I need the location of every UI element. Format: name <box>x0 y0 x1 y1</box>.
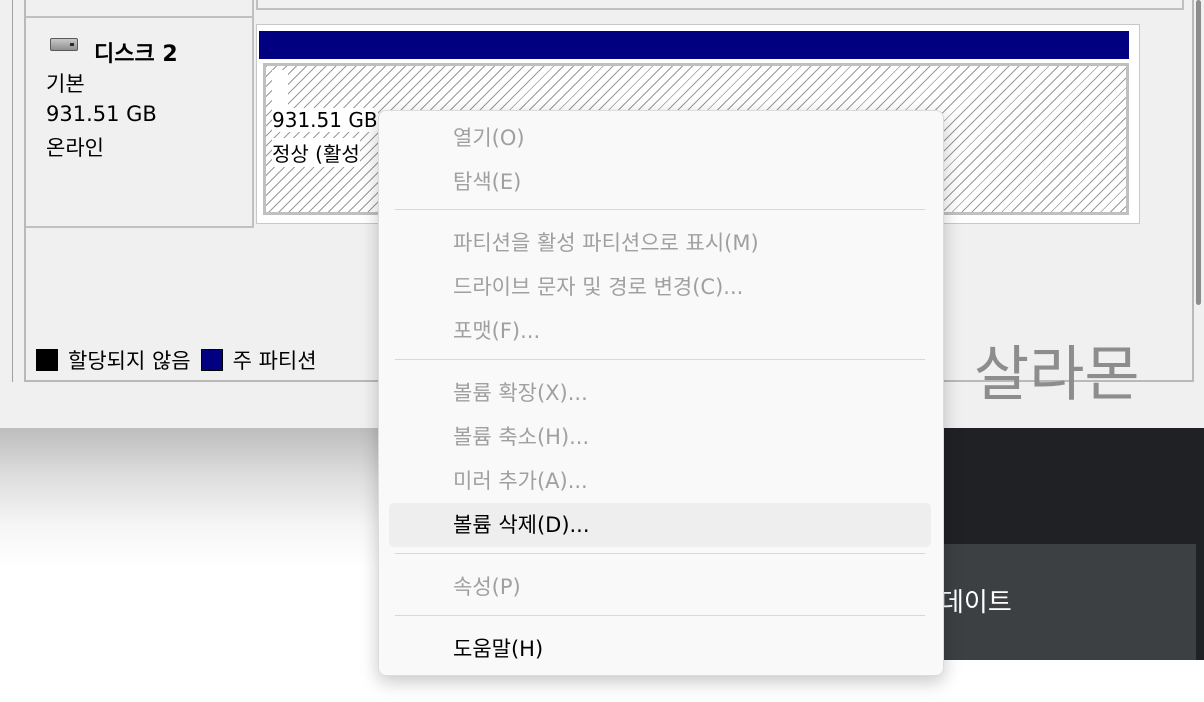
legend-unallocated-label: 할당되지 않음 <box>68 349 191 373</box>
vertical-scrollbar-thumb[interactable] <box>1196 0 1201 305</box>
menu-item-format[interactable]: 포맷(F)... <box>453 311 540 351</box>
window-left-edge <box>0 0 13 382</box>
disk-name: 디스크 2 <box>94 42 178 67</box>
primary-partition-header <box>259 31 1129 59</box>
menu-item-help[interactable]: 도움말(H) <box>453 629 543 669</box>
context-menu: 열기(O) 탐색(E) 파티션을 활성 파티션으로 표시(M) 드라이브 문자 … <box>378 110 944 676</box>
menu-item-shrink-volume[interactable]: 볼륨 축소(H)... <box>453 417 589 457</box>
volume-name-area <box>272 70 288 108</box>
primary-partition-swatch <box>200 349 223 371</box>
disk-type: 기본 <box>46 72 85 96</box>
menu-item-mark-active[interactable]: 파티션을 활성 파티션으로 표시(M) <box>453 223 759 263</box>
disk-status: 온라인 <box>46 136 104 160</box>
disk-size: 931.51 GB <box>46 102 157 126</box>
menu-item-properties[interactable]: 속성(P) <box>453 567 521 607</box>
disk-drive-icon <box>50 38 78 51</box>
unallocated-swatch <box>36 349 58 371</box>
partition-size: 931.51 GB <box>272 108 378 132</box>
menu-item-delete-volume[interactable]: 볼륨 삭제(D)... <box>453 505 590 545</box>
menu-item-open[interactable]: 열기(O) <box>453 118 525 158</box>
legend-primary-label: 주 파티션 <box>232 349 317 373</box>
background-app-text: 데이트 <box>940 588 1012 618</box>
disk-2-label[interactable]: 디스크 2 기본 931.51 GB 온라인 <box>26 18 254 228</box>
previous-disk-partition-edge <box>256 0 1184 10</box>
watermark-text: 살라몬 <box>974 340 1140 410</box>
menu-separator <box>395 359 925 360</box>
menu-separator <box>395 553 925 554</box>
menu-item-add-mirror[interactable]: 미러 추가(A)... <box>453 461 588 501</box>
menu-separator <box>395 209 925 210</box>
partition-status: 정상 (활성 <box>272 138 360 167</box>
menu-item-change-drive-letter[interactable]: 드라이브 문자 및 경로 변경(C)... <box>453 267 743 307</box>
legend: 할당되지 않음 주 파티션 <box>36 345 327 375</box>
menu-item-explore[interactable]: 탐색(E) <box>453 162 521 202</box>
menu-item-extend-volume[interactable]: 볼륨 확장(X)... <box>453 373 588 413</box>
previous-disk-label-edge <box>26 0 254 18</box>
menu-separator <box>395 615 925 616</box>
